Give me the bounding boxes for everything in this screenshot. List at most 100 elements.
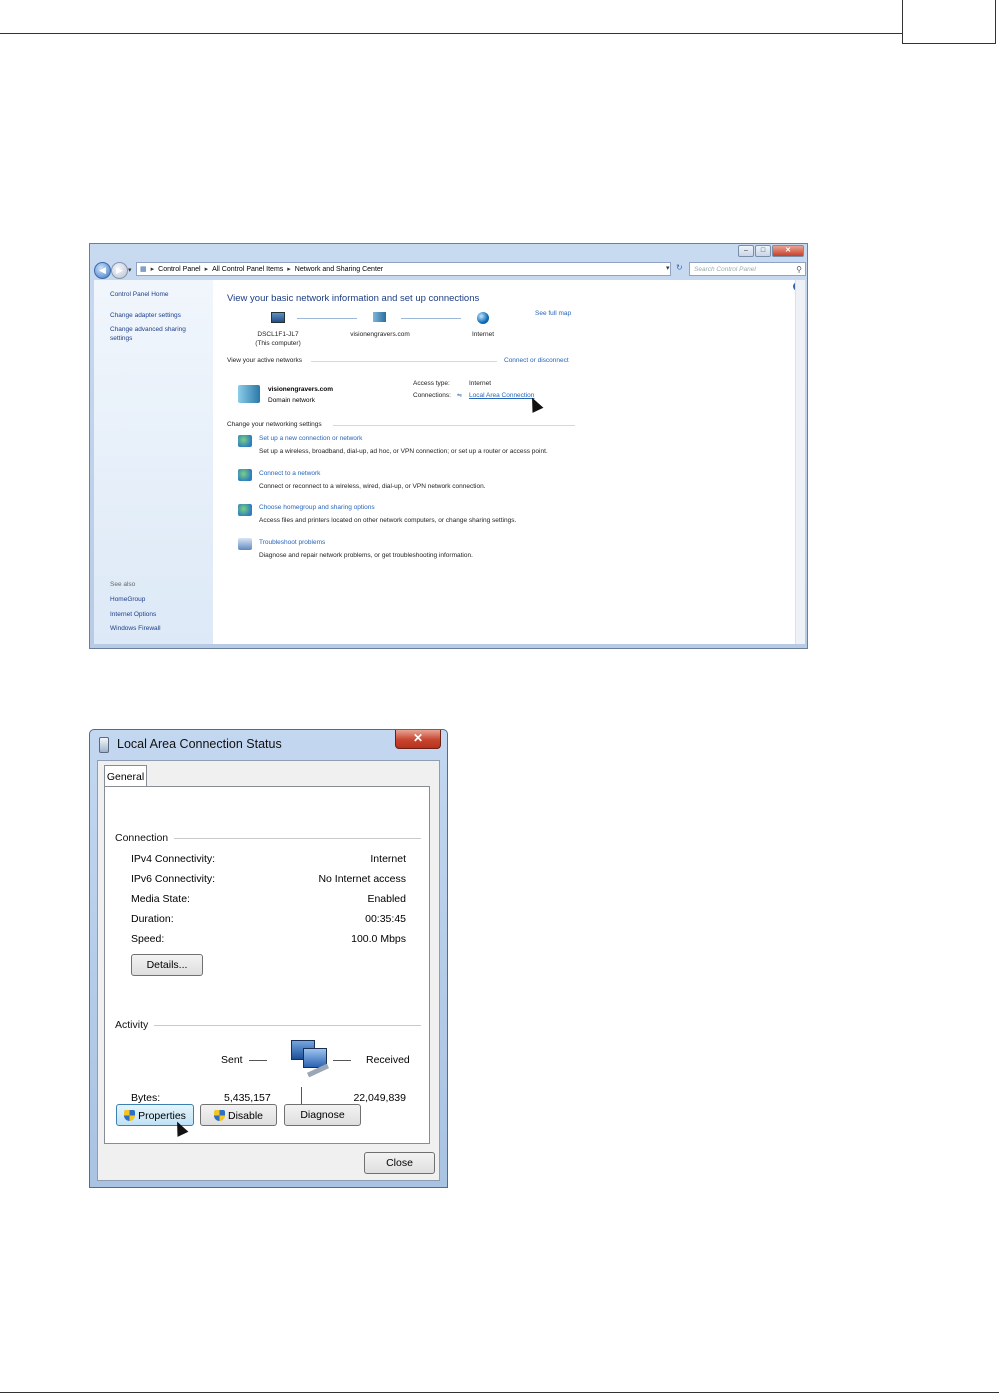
active-networks-header: View your active networks bbox=[227, 357, 303, 364]
network-sharing-center-window: – □ ✕ ◀ ▶ ▾ ▦ ▸ Control Panel ▸ All Control … bbox=[89, 243, 808, 649]
maximize-button[interactable]: □ bbox=[755, 245, 771, 257]
setup-connection-desc: Set up a wireless, broadband, dial-up, a… bbox=[259, 448, 548, 455]
search-input[interactable]: Search Control Panel ⚲ bbox=[689, 262, 806, 276]
close-button[interactable]: ✕ bbox=[772, 245, 804, 257]
back-button[interactable]: ◀ bbox=[94, 262, 111, 279]
minimize-button[interactable]: – bbox=[738, 245, 754, 257]
see-also-header: See also bbox=[110, 581, 136, 588]
internet-globe-icon bbox=[477, 312, 489, 324]
left-task-pane: Control Panel Home Change adapter settin… bbox=[94, 280, 213, 644]
bytes-label: Bytes: bbox=[131, 1092, 161, 1104]
bytes-sent-value: 5,435,157 bbox=[224, 1092, 271, 1104]
disable-label: Disable bbox=[227, 1110, 264, 1122]
ipv6-value: No Internet access bbox=[318, 873, 406, 885]
connection-group-header: Connection bbox=[115, 832, 175, 844]
forward-button[interactable]: ▶ bbox=[111, 262, 128, 279]
breadcrumb-all-items[interactable]: All Control Panel Items bbox=[212, 266, 283, 273]
change-settings-header: Change your networking settings bbox=[227, 421, 322, 428]
network-type: Domain network bbox=[268, 397, 315, 404]
bytes-received-value: 22,049,839 bbox=[353, 1092, 406, 1104]
network-activity-icon bbox=[291, 1038, 331, 1078]
close-x-button[interactable]: ✕ bbox=[395, 730, 441, 749]
computer-name-text: DSCL1F1-JL7 bbox=[257, 331, 299, 338]
ipv4-value: Internet bbox=[370, 853, 406, 865]
network-adapter-icon bbox=[99, 737, 109, 753]
speed-value: 100.0 Mbps bbox=[351, 933, 406, 945]
domain-node-label: visionengravers.com bbox=[350, 331, 410, 338]
network-map-line bbox=[401, 318, 461, 319]
received-label: Received bbox=[366, 1054, 410, 1066]
divider bbox=[311, 361, 497, 362]
diagnose-button[interactable]: Diagnose bbox=[284, 1104, 361, 1126]
search-placeholder: Search Control Panel bbox=[694, 266, 756, 273]
breadcrumb-control-panel[interactable]: Control Panel bbox=[158, 266, 200, 273]
close-button[interactable]: Close bbox=[364, 1152, 435, 1174]
ipv4-label: IPv4 Connectivity: bbox=[131, 853, 216, 865]
change-adapter-settings-link[interactable]: Change adapter settings bbox=[110, 311, 181, 320]
local-area-connection-status-dialog: Local Area Connection Status ✕ General C… bbox=[89, 729, 448, 1188]
window-caption-buttons: – □ ✕ bbox=[738, 245, 804, 257]
troubleshoot-icon bbox=[238, 538, 252, 550]
local-area-connection-link[interactable]: Local Area Connection bbox=[469, 392, 534, 399]
connections-label: Connections: bbox=[413, 392, 451, 399]
ethernet-icon: ⇋ bbox=[457, 393, 463, 399]
sent-label: Sent bbox=[221, 1054, 243, 1066]
computer-note-text: (This computer) bbox=[255, 340, 301, 347]
vertical-scrollbar[interactable] bbox=[795, 280, 805, 644]
duration-label: Duration: bbox=[131, 913, 174, 925]
mouse-pointer-icon bbox=[526, 395, 544, 413]
divider bbox=[333, 425, 575, 426]
address-dropdown-icon[interactable]: ▾ bbox=[666, 264, 670, 272]
homegroup-link[interactable]: HomeGroup bbox=[110, 595, 145, 604]
dialog-body: General Connection IPv4 Connectivity: In… bbox=[97, 760, 440, 1181]
dialog-title: Local Area Connection Status bbox=[117, 737, 282, 751]
details-button[interactable]: Details... bbox=[131, 954, 203, 976]
connect-network-link[interactable]: Connect to a network bbox=[259, 470, 320, 477]
internet-node-label: Internet bbox=[471, 331, 495, 338]
network-map-line bbox=[297, 318, 357, 319]
change-advanced-sharing-link[interactable]: Change advanced sharing settings bbox=[110, 325, 200, 343]
activity-group-header: Activity bbox=[115, 1019, 155, 1031]
domain-network-icon bbox=[238, 385, 260, 403]
windows-firewall-link[interactable]: Windows Firewall bbox=[110, 624, 161, 633]
page-header-rule bbox=[0, 33, 902, 34]
disable-button[interactable]: Disable bbox=[200, 1104, 277, 1126]
page-number-box bbox=[902, 0, 996, 44]
setup-connection-link[interactable]: Set up a new connection or network bbox=[259, 435, 362, 442]
page-footer-rule bbox=[0, 1392, 999, 1393]
new-connection-icon bbox=[238, 435, 252, 447]
search-icon[interactable]: ⚲ bbox=[796, 263, 802, 277]
see-full-map-link[interactable]: See full map bbox=[535, 310, 571, 317]
media-state-label: Media State: bbox=[131, 893, 190, 905]
tab-general[interactable]: General bbox=[104, 765, 147, 787]
connect-or-disconnect-link[interactable]: Connect or disconnect bbox=[504, 357, 569, 364]
computer-icon bbox=[271, 312, 285, 323]
ipv6-label: IPv6 Connectivity: bbox=[131, 873, 216, 885]
access-type-label: Access type: bbox=[413, 380, 450, 387]
network-name: visionengravers.com bbox=[268, 386, 334, 393]
received-dash bbox=[333, 1060, 351, 1061]
troubleshoot-link[interactable]: Troubleshoot problems bbox=[259, 539, 325, 546]
recent-pages-dropdown[interactable]: ▾ bbox=[128, 266, 132, 274]
control-panel-home-link[interactable]: Control Panel Home bbox=[110, 290, 169, 299]
sent-dash bbox=[249, 1060, 267, 1061]
access-type-value: Internet bbox=[469, 380, 492, 387]
homegroup-sharing-desc: Access files and printers located on oth… bbox=[259, 517, 517, 524]
duration-value: 00:35:45 bbox=[365, 913, 406, 925]
speed-label: Speed: bbox=[131, 933, 165, 945]
internet-options-link[interactable]: Internet Options bbox=[110, 610, 156, 619]
homegroup-sharing-link[interactable]: Choose homegroup and sharing options bbox=[259, 504, 375, 511]
refresh-icon[interactable]: ↻ bbox=[676, 263, 683, 272]
general-tab-panel: Connection IPv4 Connectivity: Internet I… bbox=[104, 786, 430, 1144]
connect-network-desc: Connect or reconnect to a wireless, wire… bbox=[259, 483, 486, 490]
address-bar[interactable]: ▦ ▸ Control Panel ▸ All Control Panel Items ▸… bbox=[136, 262, 671, 276]
control-panel-icon: ▦ bbox=[140, 266, 147, 273]
uac-shield-icon bbox=[124, 1110, 136, 1121]
domain-network-icon bbox=[373, 312, 386, 322]
breadcrumb-network-center[interactable]: Network and Sharing Center bbox=[295, 266, 383, 273]
computer-name: DSCL1F1-JL7 (This computer) bbox=[243, 330, 313, 348]
main-content-pane: ? View your basic network information an… bbox=[213, 280, 805, 644]
uac-shield-icon bbox=[213, 1110, 225, 1121]
activity-group-line bbox=[115, 1025, 421, 1026]
troubleshoot-desc: Diagnose and repair network problems, or… bbox=[259, 552, 473, 559]
